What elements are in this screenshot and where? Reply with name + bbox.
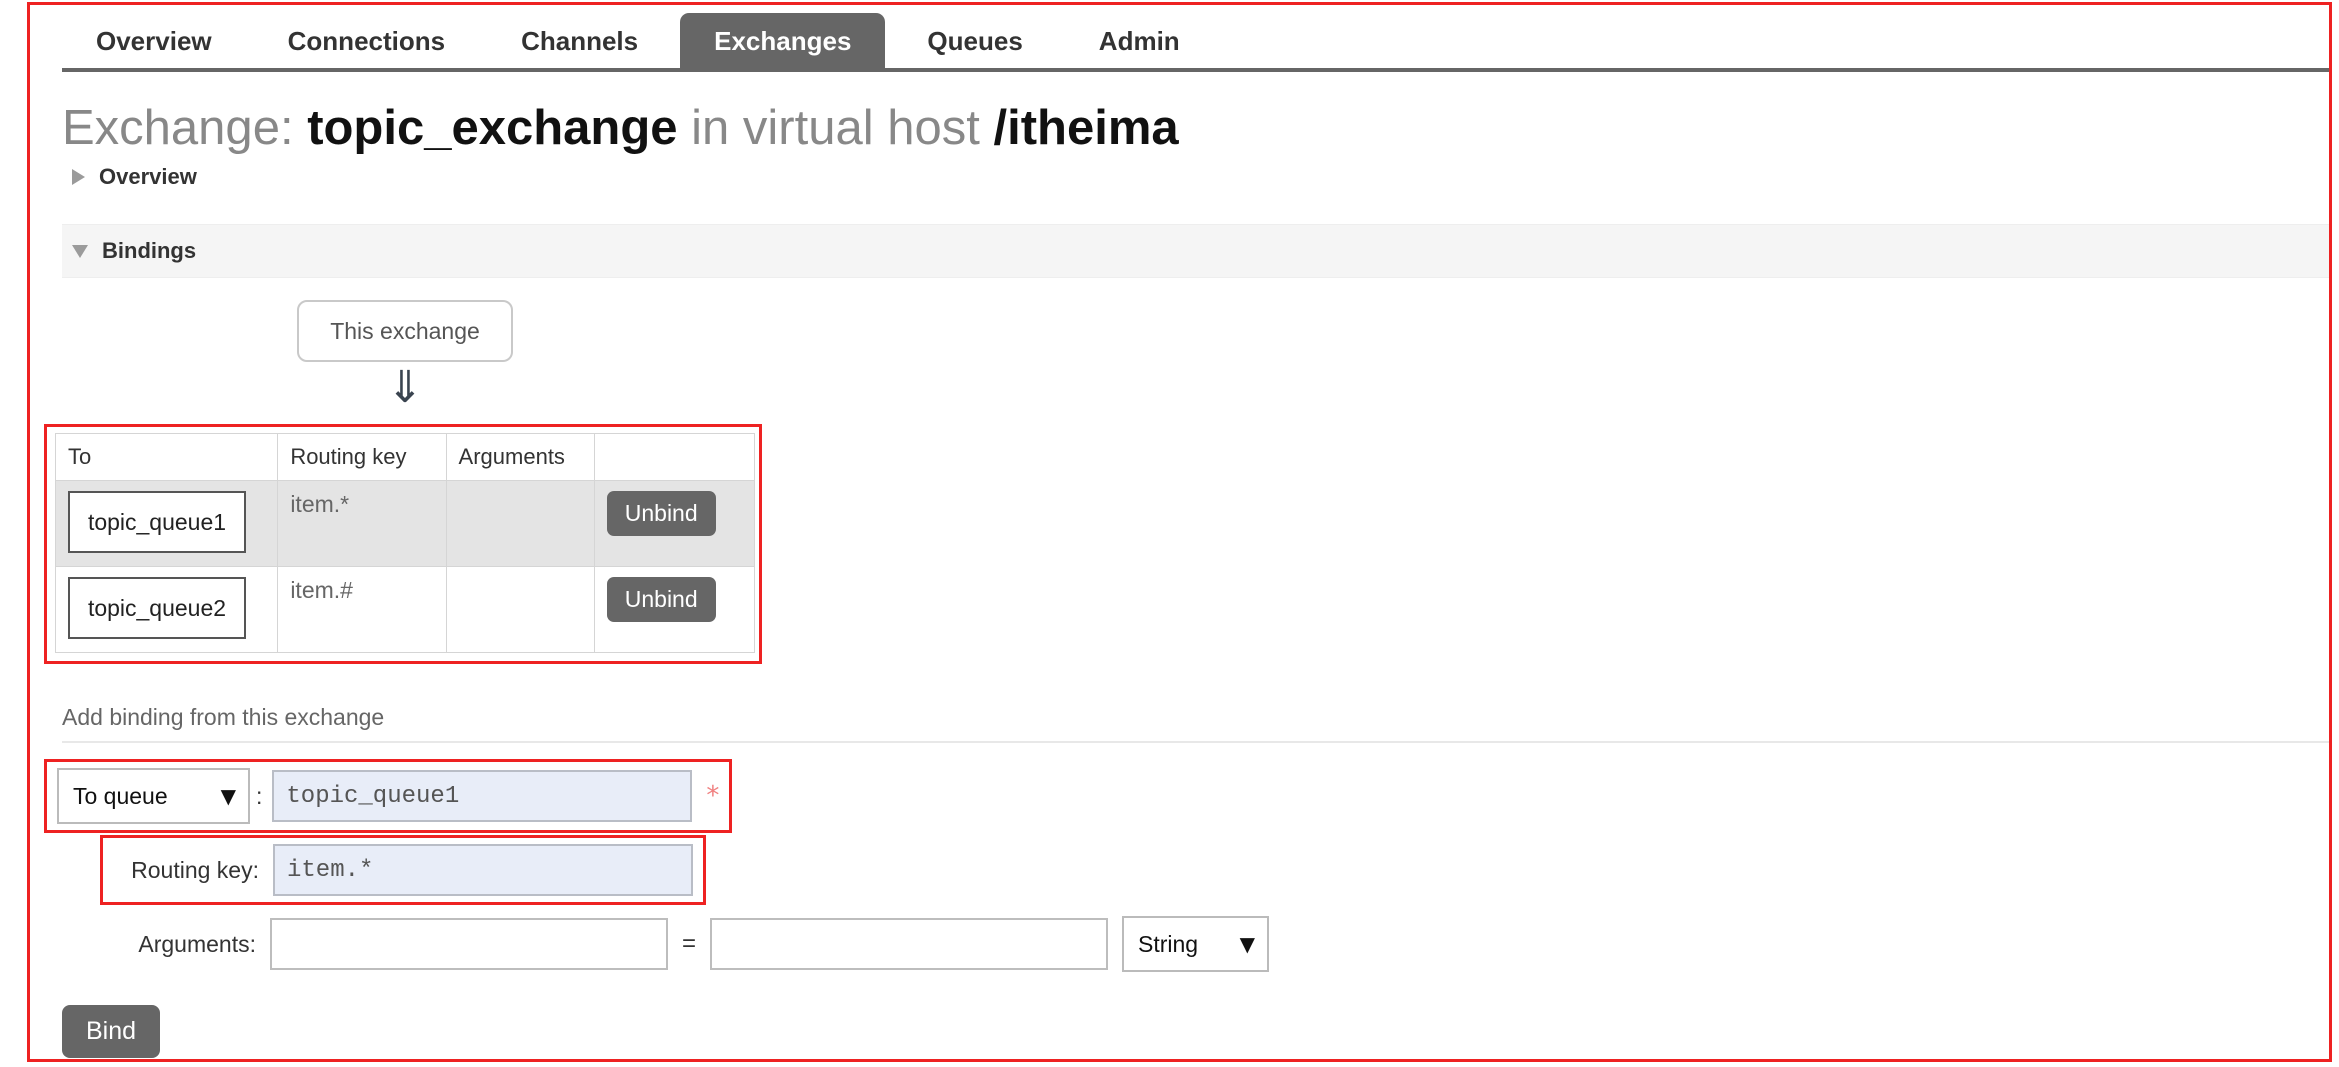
tab-channels[interactable]: Channels [487, 13, 672, 72]
add-binding-form: To queue To exchange ▼ : * Routing key: … [44, 759, 2339, 975]
bindings-table-highlight: To Routing key Arguments topic_queue1 it… [44, 424, 762, 665]
page-title-vhost: /itheima [993, 101, 1179, 155]
section-header-bindings[interactable]: Bindings [62, 224, 2330, 279]
section-header-overview-label: Overview [99, 164, 197, 190]
binding-action-cell: Unbind [593, 566, 756, 654]
section-header-overview[interactable]: Overview [62, 156, 2330, 198]
argument-type-select[interactable]: String Number Boolean List [1122, 916, 1270, 973]
argument-key-input[interactable] [270, 918, 668, 971]
destination-row: To queue To exchange ▼ : * [44, 759, 2339, 834]
binding-destination-cell: topic_queue2 [54, 566, 279, 654]
binding-arguments-cell [445, 566, 595, 654]
tab-exchanges[interactable]: Exchanges [680, 13, 886, 72]
column-header-actions [593, 433, 756, 482]
destination-colon: : [256, 782, 263, 809]
binding-routing-key-cell: item.# [277, 566, 447, 654]
table-row: topic_queue1 item.* Unbind [54, 480, 756, 568]
this-exchange-node: This exchange [297, 300, 513, 363]
column-header-arguments: Arguments [445, 433, 595, 482]
destination-input[interactable] [272, 770, 693, 823]
bindings-table: To Routing key Arguments topic_queue1 it… [54, 433, 756, 654]
binding-action-cell: Unbind [593, 480, 756, 568]
form-divider [62, 741, 2330, 744]
tab-admin[interactable]: Admin [1065, 13, 1214, 72]
routing-key-row-highlight: Routing key: [100, 835, 706, 906]
nav-tab-list: Overview Connections Channels Exchanges … [62, 0, 2339, 72]
section-header-bindings-label: Bindings [102, 238, 197, 264]
routing-key-input[interactable] [273, 844, 693, 897]
column-header-to: To [54, 433, 279, 482]
page-title-exchange-name: topic_exchange [307, 101, 678, 155]
bind-button[interactable]: Bind [62, 1005, 161, 1059]
routing-key-value: item.* [290, 491, 350, 518]
argument-value-input[interactable] [710, 918, 1109, 971]
down-double-arrow-icon: ⇓ [386, 362, 424, 414]
nav-underline [62, 68, 2330, 72]
unbind-button[interactable]: Unbind [606, 491, 716, 537]
add-binding-heading: Add binding from this exchange [62, 704, 385, 731]
routing-key-label: Routing key: [131, 856, 259, 883]
destination-row-highlight: To queue To exchange ▼ : * [44, 759, 733, 834]
main-navigation: Overview Connections Channels Exchanges … [0, 0, 2339, 72]
tab-queues[interactable]: Queues [893, 13, 1056, 72]
binding-destination-cell: topic_queue1 [54, 480, 279, 568]
arguments-row: Arguments: = String Number Boolean List … [110, 913, 2339, 975]
arguments-label: Arguments: [138, 930, 256, 957]
page-root: Overview Connections Channels Exchanges … [0, 0, 2339, 1067]
bindings-table-header-row: To Routing key Arguments [54, 433, 756, 482]
required-asterisk-icon: * [706, 781, 720, 812]
destination-type-select[interactable]: To queue To exchange [57, 768, 250, 825]
unbind-button[interactable]: Unbind [606, 577, 716, 623]
page-title-prefix: Exchange: [62, 101, 294, 155]
triangle-right-icon [72, 169, 85, 186]
this-exchange-label: This exchange [330, 317, 480, 344]
column-header-routing-key: Routing key [277, 433, 447, 482]
tab-overview[interactable]: Overview [62, 13, 246, 72]
queue-link-topic-queue1[interactable]: topic_queue1 [68, 491, 246, 554]
triangle-down-icon [72, 244, 88, 258]
tab-connections[interactable]: Connections [254, 13, 479, 72]
page-title: Exchange: topic_exchange in virtual host… [62, 100, 2339, 156]
argument-type-select-wrap: String Number Boolean List ▼ [1122, 916, 1270, 973]
queue-link-topic-queue2[interactable]: topic_queue2 [68, 577, 246, 640]
table-row: topic_queue2 item.# Unbind [54, 566, 756, 654]
equals-sign: = [682, 930, 697, 958]
routing-key-row: Routing key: [100, 835, 2339, 906]
bindings-diagram: This exchange ⇓ To Routing key Arguments [44, 300, 2339, 665]
binding-arguments-cell [445, 480, 595, 568]
binding-routing-key-cell: item.* [277, 480, 447, 568]
destination-type-select-wrap: To queue To exchange ▼ [57, 768, 250, 825]
page-title-middle: in virtual host [691, 101, 980, 155]
routing-key-value: item.# [290, 577, 353, 604]
